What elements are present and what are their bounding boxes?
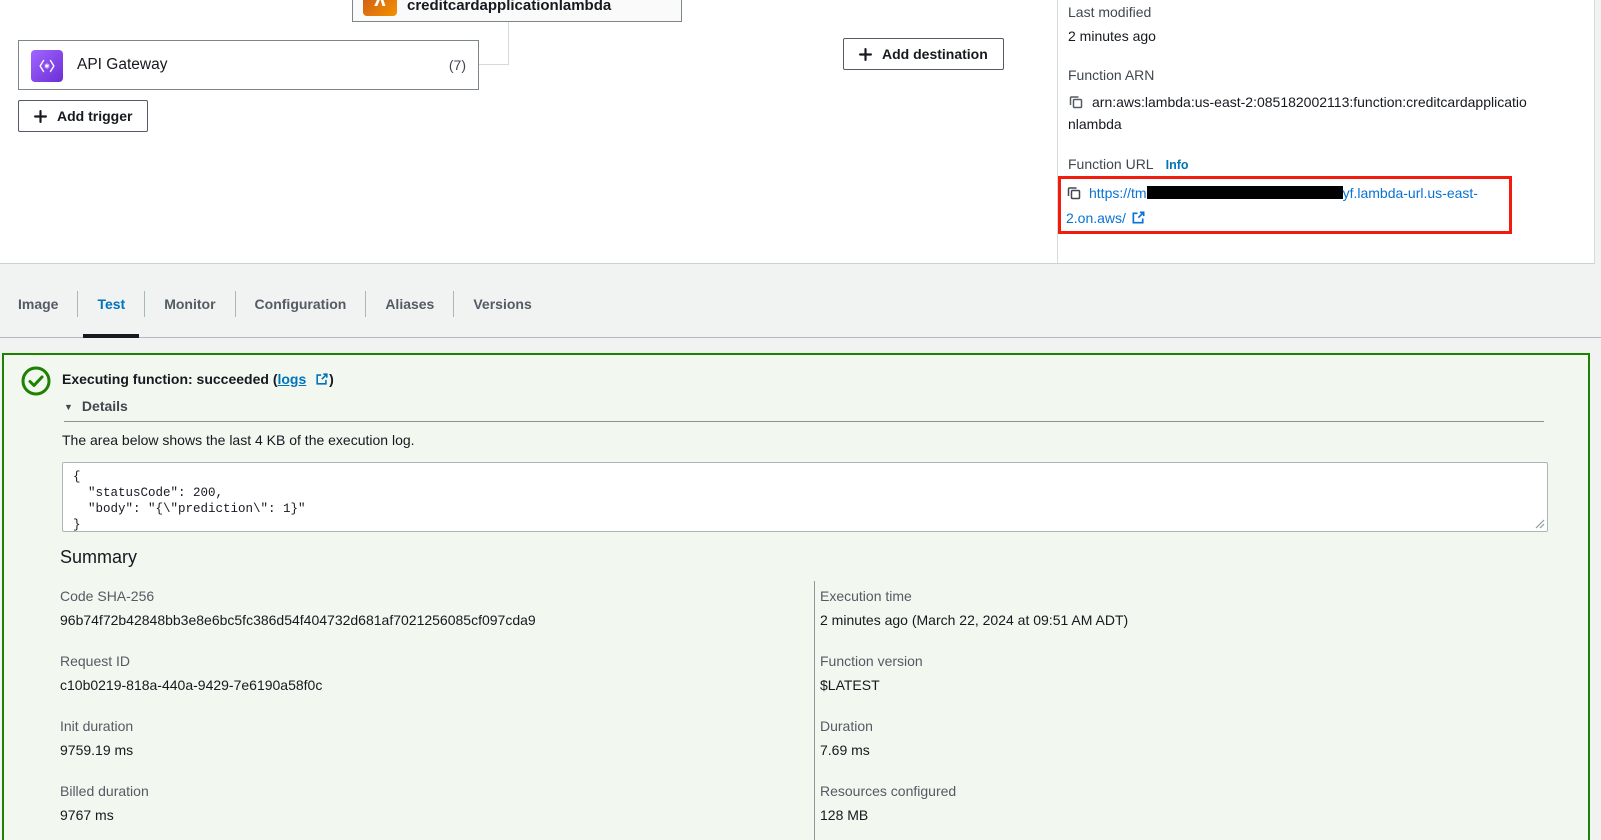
external-link-icon[interactable]	[315, 372, 329, 386]
function-url-line1: https://tm yf.lambda-url.us-east-	[1066, 181, 1504, 206]
summary-item: Duration 7.69 ms	[820, 717, 1520, 760]
summary-item: Init duration 9759.19 ms	[60, 717, 760, 760]
function-arn-row: arn:aws:lambda:us-east-2:085182002113:fu…	[1068, 91, 1538, 113]
execution-log-text: { "statusCode": 200, "body": "{\"predict…	[73, 469, 1537, 532]
summary-item: Execution time 2 minutes ago (March 22, …	[820, 587, 1520, 630]
summary-item: Code SHA-256 96b74f72b42848bb3e8e6bc5fc3…	[60, 587, 760, 630]
lambda-function-name: creditcardapplicationlambda	[407, 0, 611, 14]
logs-link[interactable]: logs	[277, 371, 306, 387]
external-link-icon[interactable]	[1131, 210, 1146, 225]
details-divider	[64, 421, 1544, 422]
function-url-link-suffix[interactable]: yf.lambda-url.us-east-	[1343, 185, 1478, 201]
summary-item: Resources configured 128 MB	[820, 782, 1520, 825]
plus-icon	[34, 110, 47, 123]
resize-handle[interactable]	[1535, 519, 1545, 529]
plus-icon	[859, 48, 872, 61]
function-details-pane: Last modified 2 minutes ago Function ARN…	[1068, 0, 1538, 174]
execution-log-textarea[interactable]: { "statusCode": 200, "body": "{\"predict…	[62, 462, 1548, 532]
trigger-count-badge: (7)	[449, 57, 466, 73]
last-modified-label: Last modified	[1068, 3, 1538, 22]
api-gateway-icon	[31, 50, 63, 82]
function-overview-card: λ creditcardapplicationlambda API Gatewa…	[0, 0, 1595, 264]
execution-status-text: Executing function: succeeded (logs )	[62, 371, 334, 387]
info-link[interactable]: Info	[1166, 158, 1189, 172]
function-url-link-prefix[interactable]: https://tm	[1089, 185, 1147, 201]
summary-left-column: Code SHA-256 96b74f72b42848bb3e8e6bc5fc3…	[60, 587, 760, 840]
function-url-label: Function URL	[1068, 155, 1154, 174]
tab-aliases[interactable]: Aliases	[366, 270, 453, 337]
function-url-highlight-box: https://tm yf.lambda-url.us-east- 2.on.aw…	[1058, 176, 1512, 234]
copy-icon[interactable]	[1068, 94, 1084, 110]
add-trigger-button[interactable]: Add trigger	[18, 100, 148, 132]
lambda-function-node[interactable]: λ creditcardapplicationlambda	[352, 0, 682, 22]
connector-line-horizontal	[479, 64, 509, 65]
summary-item: Billed duration 9767 ms	[60, 782, 760, 825]
trigger-node-api-gateway[interactable]: API Gateway (7)	[18, 40, 479, 90]
summary-item: Request ID c10b0219-818a-440a-9429-7e619…	[60, 652, 760, 695]
function-arn-value-line1: arn:aws:lambda:us-east-2:085182002113:fu…	[1092, 91, 1527, 113]
add-destination-button[interactable]: Add destination	[843, 38, 1004, 70]
function-url-line2: 2.on.aws/	[1066, 206, 1504, 231]
summary-right-column: Execution time 2 minutes ago (March 22, …	[820, 587, 1520, 840]
details-expander[interactable]: ▼Details	[64, 398, 128, 414]
tab-test[interactable]: Test	[78, 270, 144, 337]
copy-icon[interactable]	[1066, 185, 1082, 201]
trigger-node-label: API Gateway	[77, 56, 167, 74]
execution-result-panel: Executing function: succeeded (logs ) ▼D…	[2, 353, 1590, 840]
tab-bar: Image Test Monitor Configuration Aliases…	[0, 270, 1601, 338]
tab-image[interactable]: Image	[18, 270, 77, 337]
function-url-label-row: Function URL Info	[1068, 155, 1538, 174]
success-check-icon	[20, 365, 52, 397]
lambda-console-page: λ creditcardapplicationlambda API Gatewa…	[0, 0, 1601, 840]
function-arn-value-line2: nlambda	[1068, 113, 1538, 135]
last-modified-value: 2 minutes ago	[1068, 27, 1538, 46]
connector-line-vertical	[508, 22, 509, 65]
tab-monitor[interactable]: Monitor	[145, 270, 234, 337]
summary-heading: Summary	[60, 547, 137, 568]
log-description: The area below shows the last 4 KB of th…	[62, 432, 415, 448]
tab-versions[interactable]: Versions	[454, 270, 550, 337]
caret-down-icon: ▼	[64, 402, 73, 412]
tab-configuration[interactable]: Configuration	[236, 270, 366, 337]
function-url-link-line2[interactable]: 2.on.aws/	[1066, 210, 1126, 226]
function-arn-label: Function ARN	[1068, 66, 1538, 85]
summary-column-divider	[814, 581, 815, 840]
redaction-bar	[1147, 186, 1343, 199]
summary-item: Function version $LATEST	[820, 652, 1520, 695]
lambda-service-icon: λ	[363, 0, 397, 16]
